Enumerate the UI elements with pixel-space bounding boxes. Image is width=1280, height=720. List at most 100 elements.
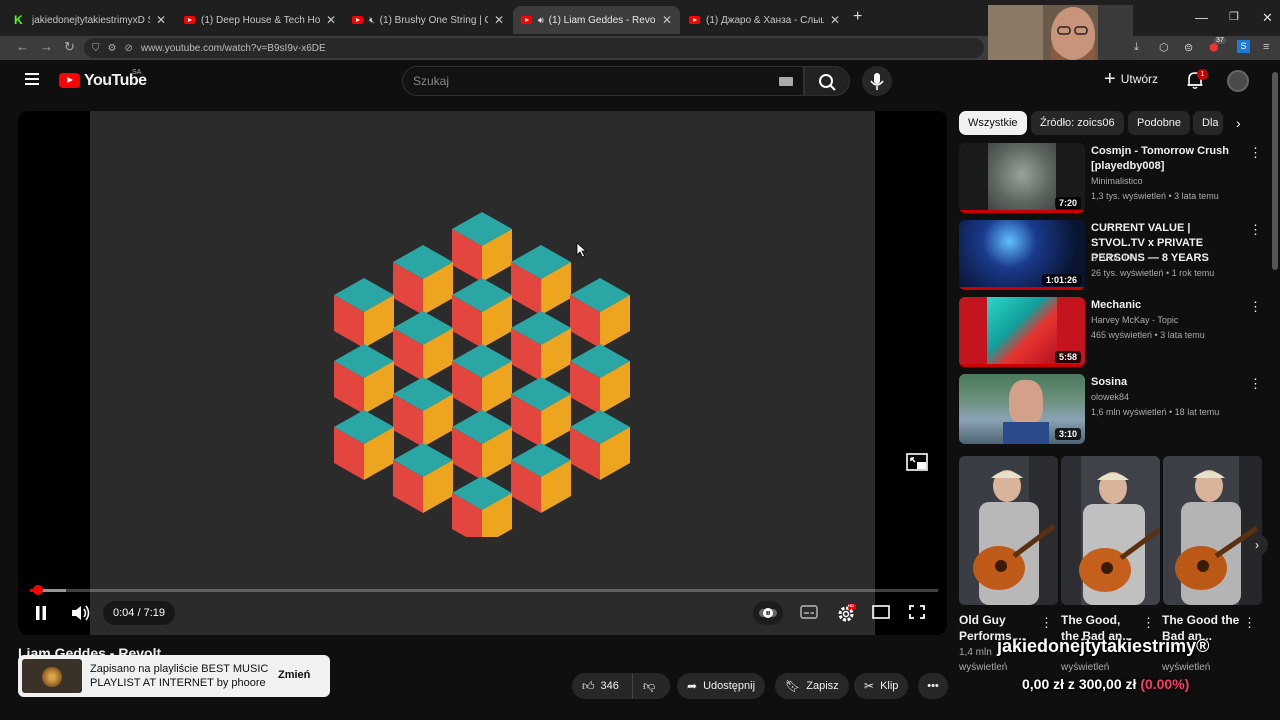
cube (511, 377, 571, 447)
close-tab-icon[interactable]: ✕ (830, 13, 840, 27)
recommendation-item[interactable]: 7:20 Cosmjn - Tomorrow Crush [playedby00… (959, 143, 1264, 213)
chip-source[interactable]: Źródło: zoics06 (1031, 111, 1124, 135)
video-thumbnail[interactable]: 7:20 (959, 143, 1085, 213)
address-bar[interactable]: ⛉ ⚙ ⊘ www.youtube.com/watch?v=B9sI9v-x6D… (84, 38, 984, 58)
more-options-icon[interactable]: ⋮ (1249, 145, 1262, 161)
video-title[interactable]: Sosina (1091, 375, 1241, 390)
video-thumbnail[interactable]: 3:10 (959, 374, 1085, 444)
chip-similar[interactable]: Podobne (1128, 111, 1191, 135)
more-options-icon[interactable]: ⋮ (1249, 299, 1262, 315)
chips-next-chevron-icon[interactable]: › (1236, 115, 1241, 131)
donation-separator: z (1067, 676, 1075, 692)
gamepad-icon[interactable]: ⊜ (1184, 41, 1193, 54)
channel-name[interactable]: olowek84 (1091, 392, 1129, 402)
more-options-icon[interactable]: ⋮ (1249, 376, 1262, 392)
reload-icon[interactable]: ↻ (64, 39, 75, 55)
tab-jaro-hanza[interactable]: (1) Джаро & Ханза - Слышь мой ✕ (681, 6, 848, 34)
chip-for-you[interactable]: Dla (1193, 111, 1223, 135)
save-button[interactable]: 🔖︎ Zapisz (775, 673, 849, 699)
search-button[interactable] (804, 66, 850, 96)
donation-current: 0,00 zł (1022, 676, 1065, 692)
miniplayer-icon[interactable] (906, 452, 928, 472)
tab-liam-geddes[interactable]: 🔊︎ (1) Liam Geddes - Revolt - YouTube ✕ (513, 6, 680, 34)
youtube-icon (521, 16, 532, 24)
shorts-shelf (959, 456, 1263, 605)
shelf-thumbnail[interactable] (1061, 456, 1160, 605)
chip-all[interactable]: Wszystkie (959, 111, 1027, 135)
site-settings-icon[interactable]: ⚙ (108, 43, 117, 54)
video-thumbnail[interactable]: 5:58 (959, 297, 1085, 367)
channel-name[interactable]: STVOL TV (1091, 253, 1134, 263)
avatar[interactable] (1227, 70, 1249, 92)
shelf-thumbnail[interactable] (959, 456, 1058, 605)
tab-title: (1) Deep House & Tech House Mix (201, 14, 320, 26)
cube (452, 278, 512, 348)
channel-name[interactable]: Minimalistico (1091, 176, 1143, 186)
watched-progress-bar (959, 364, 1085, 367)
search-input[interactable]: Szukaj (402, 66, 804, 96)
window-close-icon[interactable]: ✕ (1262, 10, 1273, 26)
tab-deep-house[interactable]: (1) Deep House & Tech House Mix ✕ (176, 6, 344, 34)
toast-message: Zapisano na playliście BEST MUSIC PLAYLI… (90, 663, 269, 689)
more-options-icon[interactable]: ⋮ (1243, 615, 1256, 631)
restore-icon[interactable]: ❐ (1229, 10, 1239, 23)
forward-icon[interactable]: → (40, 39, 53, 54)
speaker-icon[interactable]: 🔊︎ (538, 15, 544, 26)
hamburger-menu-icon[interactable] (25, 73, 39, 85)
muted-speaker-icon[interactable]: 🔇︎ (369, 15, 375, 26)
fullscreen-icon[interactable] (908, 604, 926, 620)
shelf-thumbnail[interactable] (1163, 456, 1262, 605)
microphone-icon (870, 73, 884, 90)
bookmark-icon: 🔖︎ (785, 679, 801, 693)
donation-percent: (0.00%) (1140, 676, 1190, 692)
progress-bar[interactable] (30, 585, 938, 595)
tracking-blocked-icon[interactable]: ⊘ (124, 43, 132, 54)
menu-icon[interactable]: ≡ (1263, 41, 1269, 53)
shield-icon[interactable]: ⛉ (92, 43, 100, 54)
shelf-item-views: 1,4 mln (959, 647, 992, 658)
keyboard-icon[interactable] (779, 77, 793, 86)
pause-icon[interactable] (33, 604, 49, 622)
cube (393, 377, 453, 447)
recommendation-item[interactable]: 5:58 Mechanic Harvey McKay - Topic 465 w… (959, 297, 1264, 367)
more-options-icon[interactable]: ⋮ (1249, 222, 1262, 238)
volume-icon[interactable] (70, 603, 92, 623)
minimize-icon[interactable]: — (1195, 10, 1208, 25)
share-button[interactable]: ➦ Udostępnij (677, 673, 766, 699)
close-tab-icon[interactable]: ✕ (662, 13, 672, 27)
close-tab-icon[interactable]: ✕ (156, 13, 166, 27)
recommendation-item[interactable]: 3:10 Sosina olowek84 1,6 mln wyświetleń … (959, 374, 1264, 444)
more-options-icon[interactable]: ⋮ (1142, 615, 1155, 631)
s-extension-icon[interactable]: S (1237, 40, 1250, 53)
new-tab-button[interactable]: + (853, 8, 862, 26)
autoplay-toggle[interactable] (753, 601, 783, 625)
voice-search-button[interactable] (862, 66, 892, 96)
channel-name[interactable]: Harvey McKay - Topic (1091, 315, 1178, 325)
video-thumbnail[interactable]: 1:01:26 (959, 220, 1085, 290)
more-actions-button[interactable]: ••• (918, 673, 948, 699)
recommendation-item[interactable]: 1:01:26 CURRENT VALUE | STVOL.TV x PRIVA… (959, 220, 1264, 290)
video-title[interactable]: Mechanic (1091, 298, 1241, 313)
change-playlist-button[interactable]: Zmień (278, 669, 310, 681)
like-button[interactable]: 👍︎ 346 (572, 673, 632, 699)
dislike-button[interactable]: 👎︎ (632, 673, 670, 699)
saved-to-playlist-toast: Zapisano na playliście BEST MUSIC PLAYLI… (18, 655, 330, 697)
more-options-icon[interactable]: ⋮ (1040, 615, 1053, 631)
page-scrollbar[interactable] (1272, 72, 1278, 270)
shelf-next-chevron-icon[interactable]: › (1246, 534, 1268, 556)
subtitles-icon[interactable] (800, 604, 818, 620)
extensions-icon[interactable]: ⬡ (1159, 41, 1169, 54)
download-icon[interactable]: ⤓ (1134, 41, 1139, 54)
theater-mode-icon[interactable] (872, 604, 890, 620)
create-button[interactable]: + Utwórz (1104, 69, 1158, 89)
video-meta: 1,6 mln wyświetleń • 18 lat temu (1091, 407, 1220, 417)
close-tab-icon[interactable]: ✕ (326, 13, 336, 27)
close-tab-icon[interactable]: ✕ (494, 13, 504, 27)
back-icon[interactable]: ← (16, 39, 29, 54)
tab-brushy-one-string[interactable]: 🔇︎ (1) Brushy One String | Chicken ✕ (344, 6, 512, 34)
cube (511, 443, 571, 513)
clip-button[interactable]: ✂ Klip (854, 673, 909, 699)
youtube-logo-icon[interactable] (59, 73, 80, 88)
video-title[interactable]: Cosmjn - Tomorrow Crush [playedby008] (1091, 144, 1241, 174)
tab-kick-stream[interactable]: K jakiedonejtytakiestrimyxD Stream ✕ (6, 6, 174, 34)
